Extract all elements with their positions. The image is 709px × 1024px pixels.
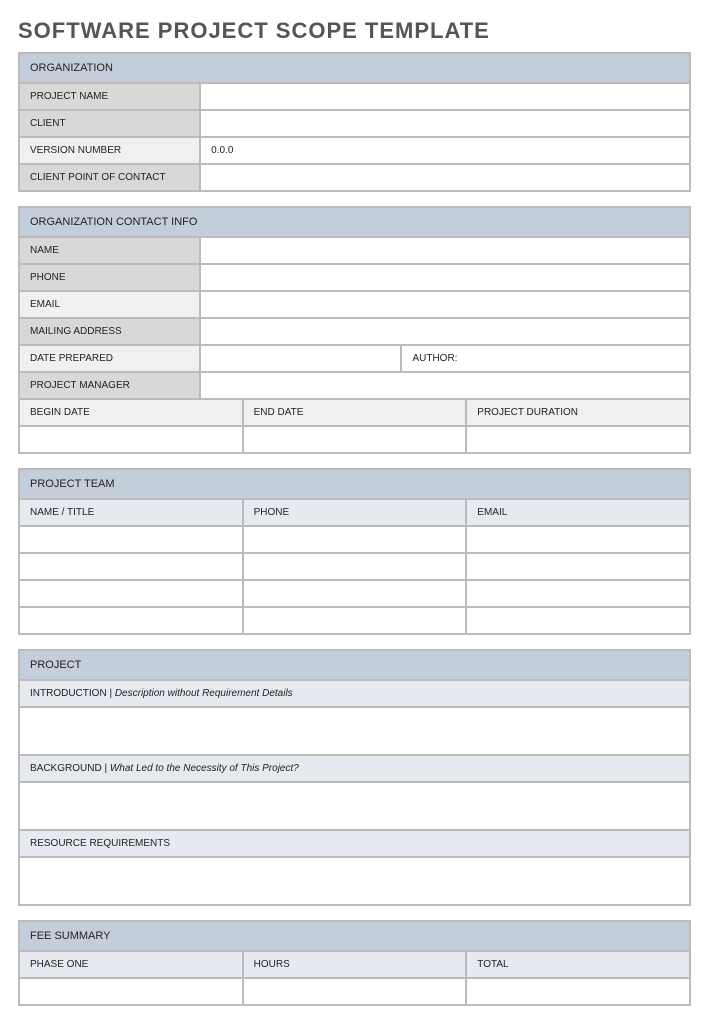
table-row[interactable] <box>243 553 467 580</box>
contact-info-header: ORGANIZATION CONTACT INFO <box>19 207 690 237</box>
table-row[interactable] <box>19 607 243 634</box>
table-row[interactable] <box>466 580 690 607</box>
project-team-header: PROJECT TEAM <box>19 469 690 499</box>
page-title: SOFTWARE PROJECT SCOPE TEMPLATE <box>18 18 691 44</box>
phone-label: PHONE <box>19 264 200 291</box>
date-prepared-label: DATE PREPARED <box>19 345 200 372</box>
table-row[interactable] <box>243 607 467 634</box>
background-value[interactable] <box>19 782 690 830</box>
project-duration-label: PROJECT DURATION <box>466 399 690 426</box>
table-row[interactable] <box>19 553 243 580</box>
client-value[interactable] <box>200 110 690 137</box>
phase-one-col: PHASE ONE <box>19 951 243 978</box>
mailing-address-label: MAILING ADDRESS <box>19 318 200 345</box>
version-number-label: VERSION NUMBER <box>19 137 200 164</box>
introduction-value[interactable] <box>19 707 690 755</box>
phone-value[interactable] <box>200 264 690 291</box>
email-col: EMAIL <box>466 499 690 526</box>
client-point-of-contact-label: CLIENT POINT OF CONTACT <box>19 164 200 191</box>
client-label: CLIENT <box>19 110 200 137</box>
project-manager-value[interactable] <box>200 372 690 399</box>
version-number-value[interactable]: 0.0.0 <box>200 137 690 164</box>
organization-header: ORGANIZATION <box>19 53 690 83</box>
project-name-value[interactable] <box>200 83 690 110</box>
project-manager-label: PROJECT MANAGER <box>19 372 200 399</box>
date-prepared-value[interactable] <box>200 345 401 372</box>
project-section: PROJECT INTRODUCTION | Description witho… <box>18 649 691 906</box>
name-title-col: NAME / TITLE <box>19 499 243 526</box>
resource-requirements-label: RESOURCE REQUIREMENTS <box>19 830 690 857</box>
introduction-label: INTRODUCTION | Description without Requi… <box>19 680 690 707</box>
table-row[interactable] <box>466 607 690 634</box>
begin-date-value[interactable] <box>19 426 243 453</box>
resource-requirements-value[interactable] <box>19 857 690 905</box>
table-row[interactable] <box>243 978 467 1005</box>
contact-info-section: ORGANIZATION CONTACT INFO NAME PHONE EMA… <box>18 206 691 454</box>
project-team-section: PROJECT TEAM NAME / TITLE PHONE EMAIL <box>18 468 691 635</box>
organization-section: ORGANIZATION PROJECT NAME CLIENT VERSION… <box>18 52 691 192</box>
begin-date-label: BEGIN DATE <box>19 399 243 426</box>
project-name-label: PROJECT NAME <box>19 83 200 110</box>
mailing-address-value[interactable] <box>200 318 690 345</box>
table-row[interactable] <box>19 580 243 607</box>
project-header: PROJECT <box>19 650 690 680</box>
phone-col: PHONE <box>243 499 467 526</box>
name-value[interactable] <box>200 237 690 264</box>
end-date-value[interactable] <box>243 426 467 453</box>
end-date-label: END DATE <box>243 399 467 426</box>
client-point-of-contact-value[interactable] <box>200 164 690 191</box>
name-label: NAME <box>19 237 200 264</box>
table-row[interactable] <box>466 553 690 580</box>
table-row[interactable] <box>19 526 243 553</box>
hours-col: HOURS <box>243 951 467 978</box>
fee-summary-section: FEE SUMMARY PHASE ONE HOURS TOTAL <box>18 920 691 1006</box>
total-col: TOTAL <box>466 951 690 978</box>
table-row[interactable] <box>19 978 243 1005</box>
fee-summary-header: FEE SUMMARY <box>19 921 690 951</box>
email-label: EMAIL <box>19 291 200 318</box>
email-value[interactable] <box>200 291 690 318</box>
table-row[interactable] <box>466 526 690 553</box>
table-row[interactable] <box>243 526 467 553</box>
background-label: BACKGROUND | What Led to the Necessity o… <box>19 755 690 782</box>
table-row[interactable] <box>466 978 690 1005</box>
table-row[interactable] <box>243 580 467 607</box>
project-duration-value[interactable] <box>466 426 690 453</box>
author-label: AUTHOR: <box>401 345 690 372</box>
